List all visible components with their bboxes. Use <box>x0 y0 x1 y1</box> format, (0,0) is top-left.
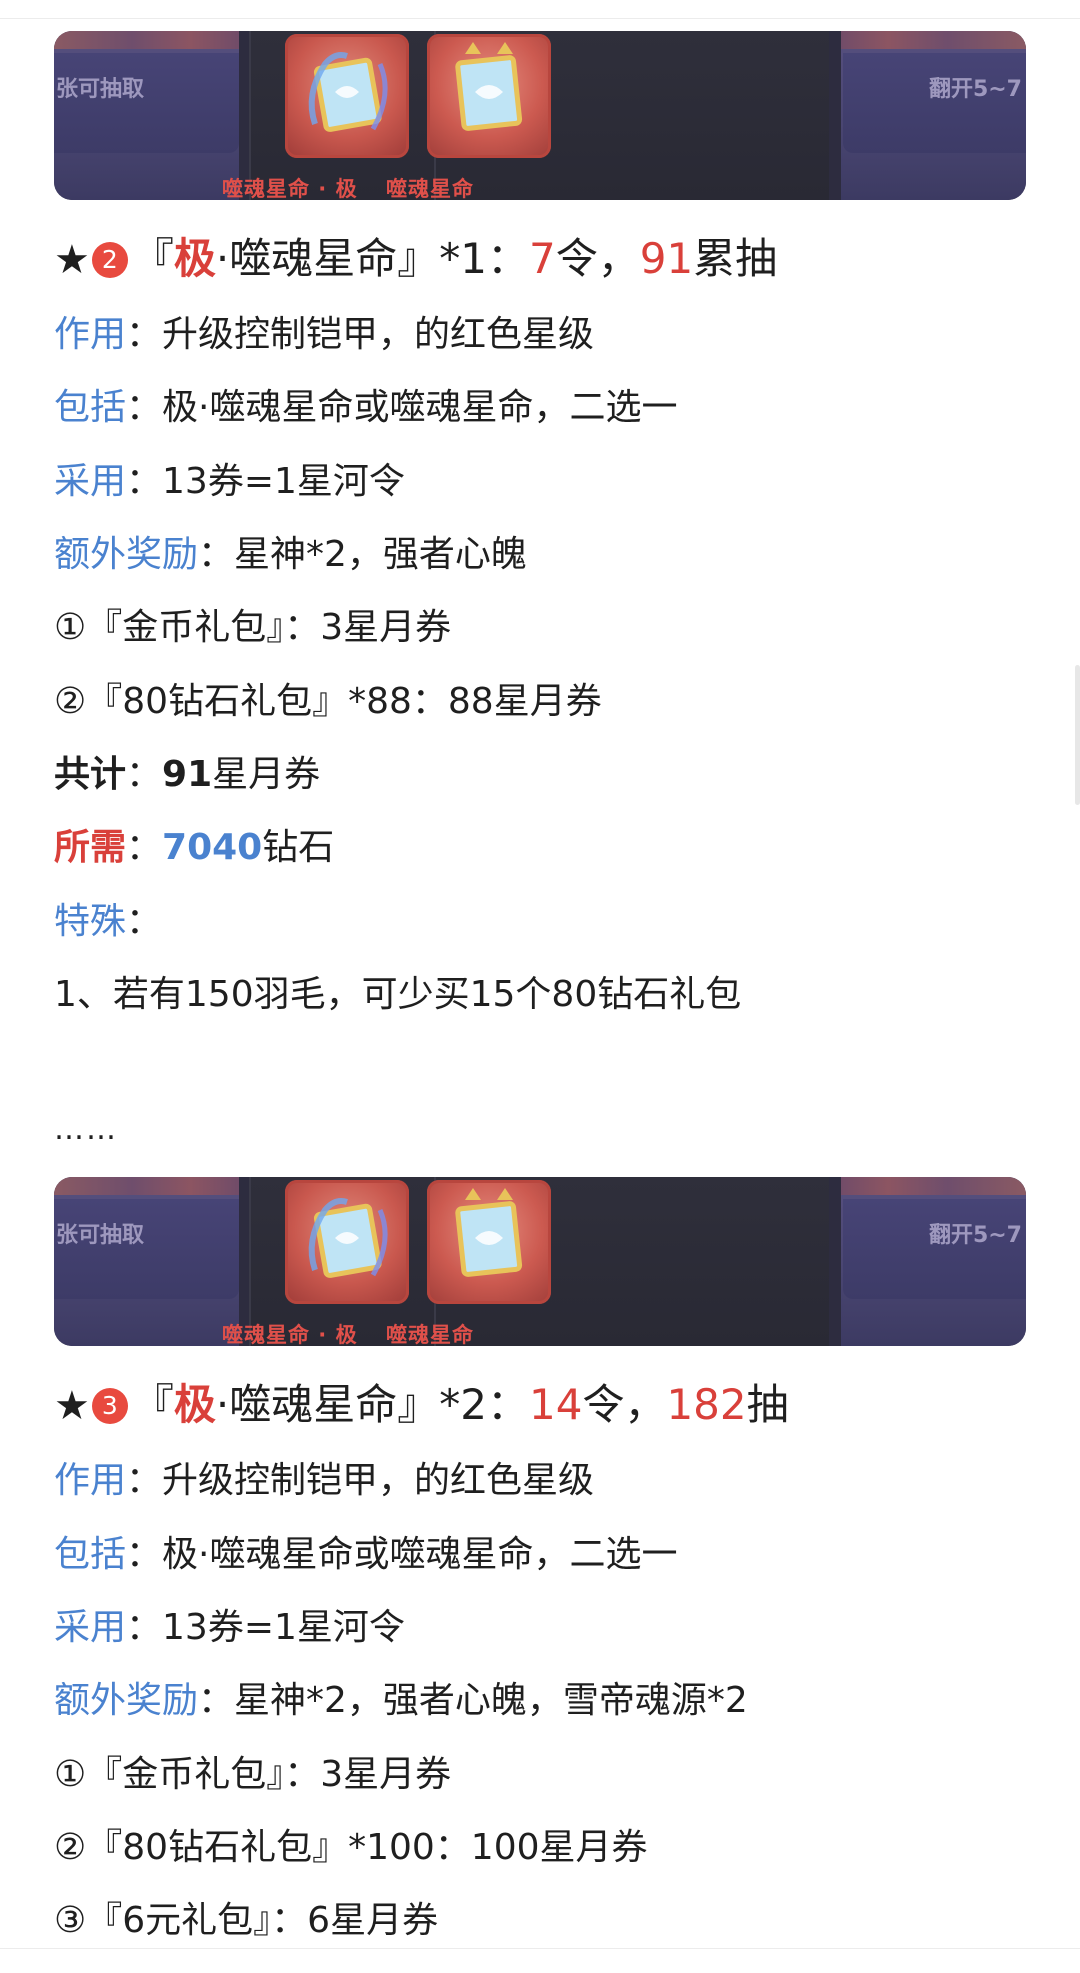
section-heading: ★ 2 『极·噬魂星命』*1：7令，91累抽 <box>54 234 778 283</box>
section-heading: ★ 3 『极·噬魂星命』*2：14令，182抽 <box>54 1380 789 1429</box>
number-badge-icon: 2 <box>91 242 128 278</box>
use-line: 采用：13券=1星河令 <box>54 1607 405 1648</box>
left-panel-text: 张可抽取 <box>56 1223 145 1248</box>
list-item: ③『6元礼包』：6星月券 <box>54 1900 439 1941</box>
ellipsis-text: …… <box>54 1112 118 1147</box>
card-label-normal: 噬魂星命 <box>386 177 474 200</box>
effect-line: 作用：升级控制铠甲，的红色星级 <box>54 1460 595 1501</box>
total-line: 共计：91星月券 <box>54 754 321 795</box>
list-item: ②『80钻石礼包』*100：100星月券 <box>54 1827 648 1868</box>
star-icon: ★ <box>54 237 90 283</box>
star-fate-extreme-card-icon <box>285 1180 409 1304</box>
effect-line: 作用：升级控制铠甲，的红色星级 <box>54 314 595 355</box>
star-fate-card-icon <box>427 34 551 158</box>
card-label-extreme: 噬魂星命 · 极 <box>222 177 358 200</box>
list-item: ②『80钻石礼包』*88：88星月券 <box>54 681 602 722</box>
includes-line: 包括：极·噬魂星命或噬魂星命，二选一 <box>54 387 678 428</box>
number-badge-icon: 3 <box>91 1388 128 1424</box>
star-icon: ★ <box>54 1383 90 1429</box>
right-card-panel <box>829 1177 1026 1346</box>
special-line: 特殊： <box>54 901 163 942</box>
scrollbar[interactable] <box>1075 665 1080 805</box>
extra-reward-line: 额外奖励：星神*2，强者心魄，雪帝魂源*2 <box>54 1680 748 1721</box>
includes-line: 包括：极·噬魂星命或噬魂星命，二选一 <box>54 1534 678 1575</box>
card-label-normal: 噬魂星命 <box>386 1323 474 1346</box>
left-card-panel <box>54 31 249 200</box>
use-line: 采用：13券=1星河令 <box>54 461 405 502</box>
right-panel-text: 翻开5~7 <box>928 1223 1022 1248</box>
special-note: 1、若有150羽毛，可少买15个80钻石礼包 <box>54 974 742 1015</box>
right-card-panel <box>829 31 1026 200</box>
card-label-extreme: 噬魂星命 · 极 <box>222 1323 358 1346</box>
required-line: 所需：7040钻石 <box>54 827 335 868</box>
game-reward-banner-image: 张可抽取 噬魂星命 · 极 噬魂星命 翻开5~7 <box>54 1177 1026 1346</box>
list-item: ①『金币礼包』：3星月券 <box>54 1754 452 1795</box>
game-reward-banner-image: 张可抽取 噬魂星命 · 极 噬魂星命 翻开5~7 <box>54 31 1026 200</box>
bottom-divider <box>0 1948 1080 1949</box>
left-card-panel <box>54 1177 249 1346</box>
star-fate-extreme-card-icon <box>285 34 409 158</box>
star-fate-card-icon <box>427 1180 551 1304</box>
right-panel-text: 翻开5~7 <box>928 77 1022 102</box>
left-panel-text: 张可抽取 <box>56 77 145 102</box>
extra-reward-line: 额外奖励：星神*2，强者心魄 <box>54 534 527 575</box>
top-divider <box>0 18 1080 19</box>
list-item: ①『金币礼包』：3星月券 <box>54 607 452 648</box>
